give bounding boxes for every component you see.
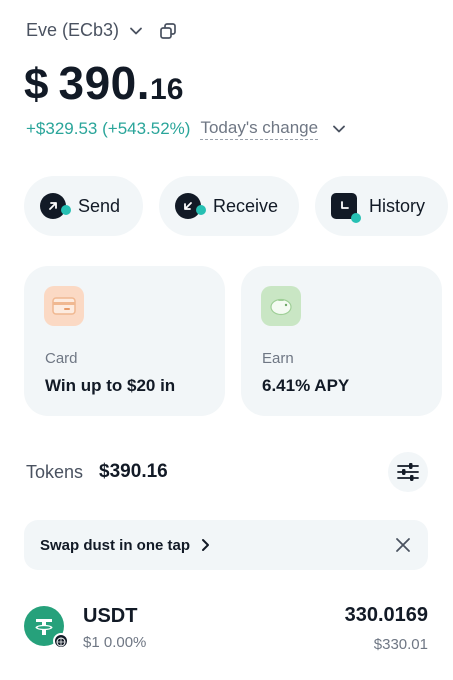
token-fiat-value: $330.01 <box>373 636 428 653</box>
change-amount: +$329.53 (+543.52%) <box>26 119 191 138</box>
tokens-label: Tokens <box>26 461 84 482</box>
balance-decimal: 16 <box>150 73 184 106</box>
sliders-icon <box>397 463 419 481</box>
daily-change[interactable]: +$329.53 (+543.52%) Today's change <box>26 118 346 140</box>
piggy-bank-icon <box>261 286 301 326</box>
banner-text: Swap dust in one tap <box>40 536 191 554</box>
change-period-label[interactable]: Today's change <box>200 118 319 140</box>
token-price-change: $1 0.00% <box>83 634 146 651</box>
receive-label: Receive <box>213 195 279 216</box>
balance-integer: 390. <box>58 57 151 109</box>
token-symbol: USDT <box>83 605 138 627</box>
account-name: Eve (ECb3) <box>26 20 120 40</box>
card-icon <box>44 286 84 326</box>
token-amount: 330.0169 <box>344 604 428 626</box>
earn-promo[interactable]: Earn 6.41% APY <box>241 266 442 416</box>
tokens-total: $390.16 <box>99 461 168 482</box>
card-promo[interactable]: Card Win up to $20 in <box>24 266 225 416</box>
token-price: $1 <box>83 634 100 651</box>
chevron-down-icon <box>130 27 142 34</box>
quick-actions: Send Receive History <box>24 176 448 236</box>
close-icon[interactable] <box>394 536 412 554</box>
promo-cards: Card Win up to $20 in Earn 6.41% APY <box>24 266 442 416</box>
send-label: Send <box>78 195 121 216</box>
account-selector[interactable]: Eve (ECb3) <box>26 20 177 41</box>
history-icon <box>331 193 361 223</box>
earn-value: 6.41% APY <box>262 376 350 395</box>
earn-label: Earn <box>262 350 294 367</box>
filter-button[interactable] <box>388 452 428 492</box>
card-label: Card <box>45 350 78 367</box>
history-button[interactable]: History <box>315 176 448 236</box>
chevron-right-icon <box>202 539 210 551</box>
token-row-usdt[interactable]: USDT $1 0.00% 330.0169 $330.01 <box>24 600 428 660</box>
copy-icon[interactable] <box>159 22 177 40</box>
token-change: 0.00% <box>103 634 147 651</box>
arrow-down-left-icon <box>175 193 206 219</box>
send-button[interactable]: Send <box>24 176 143 236</box>
total-balance: $ 390. 16 <box>24 56 183 110</box>
tokens-header: Tokens $390.16 <box>26 452 428 492</box>
balance-currency: $ <box>24 60 49 109</box>
history-label: History <box>369 195 426 216</box>
receive-button[interactable]: Receive <box>159 176 299 236</box>
arrow-up-right-icon <box>40 193 71 219</box>
swap-dust-banner[interactable]: Swap dust in one tap <box>24 520 428 570</box>
network-badge-icon <box>53 633 69 649</box>
card-value: Win up to $20 in <box>45 376 176 395</box>
chevron-down-icon[interactable] <box>332 122 346 136</box>
